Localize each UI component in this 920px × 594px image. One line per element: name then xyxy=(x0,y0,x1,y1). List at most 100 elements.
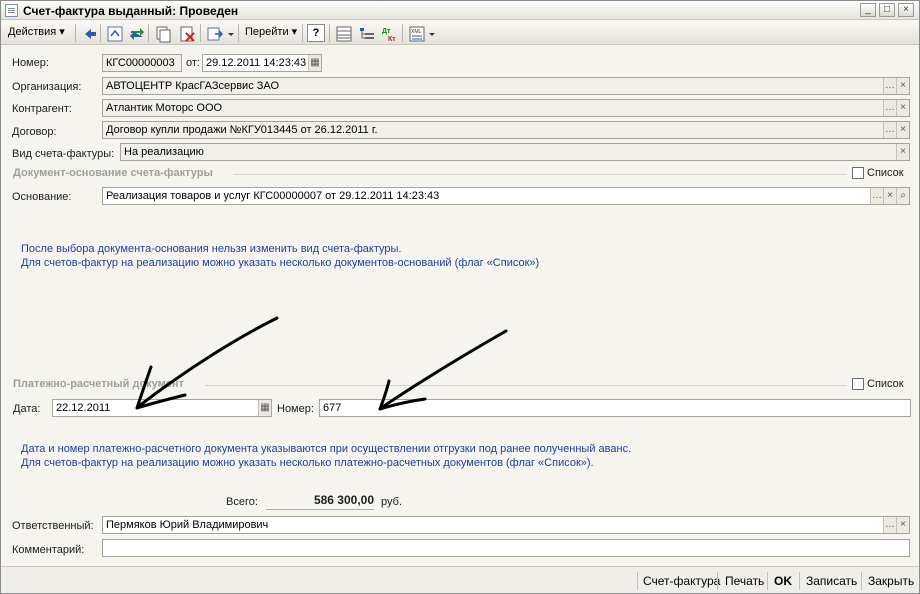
calendar-icon[interactable]: ▦ xyxy=(308,55,321,71)
number-field[interactable]: КГС00000003 xyxy=(102,54,182,72)
bottom-bar: Счет-фактура Печать OK Записать Закрыть xyxy=(1,566,919,593)
contract-field[interactable]: Договор купли продажи №КГУ013445 от 26.1… xyxy=(102,121,910,139)
responsible-label: Ответственный: xyxy=(12,520,94,532)
responsible-field[interactable]: Пермяков Юрий Владимирович … × xyxy=(102,516,910,534)
select-button[interactable]: … xyxy=(883,517,896,533)
save-button[interactable]: Записать xyxy=(806,572,857,590)
organization-field[interactable]: АВТОЦЕНТР КрасГАЗсервис ЗАО … × xyxy=(102,77,910,95)
toolbar-separator xyxy=(200,24,201,42)
responsible-value: Пермяков Юрий Владимирович xyxy=(106,519,269,531)
select-button[interactable]: … xyxy=(883,122,896,138)
payment-date-field[interactable]: 22.12.2011 ▦ xyxy=(52,399,272,417)
invoice-button[interactable]: Счет-фактура xyxy=(643,572,720,590)
structure-icon[interactable] xyxy=(334,24,352,42)
contract-value: Договор купли продажи №КГУ013445 от 26.1… xyxy=(106,124,378,136)
contractor-label: Контрагент: xyxy=(12,103,72,115)
invoice-type-label: Вид счета-фактуры: xyxy=(12,148,115,160)
chevron-down-icon: ▾ xyxy=(291,26,298,38)
goto-menu[interactable]: Перейти ▾ xyxy=(241,23,301,42)
contractor-field[interactable]: Атлантик Моторс ООО … × xyxy=(102,99,910,117)
copy-icon[interactable] xyxy=(153,24,171,43)
bottom-separator xyxy=(717,572,718,590)
back-icon[interactable] xyxy=(80,24,98,42)
basis-hint-line2: Для счетов-фактур на реализацию можно ук… xyxy=(21,257,540,269)
toolbar-separator xyxy=(100,24,101,42)
close-button[interactable]: Закрыть xyxy=(868,572,914,590)
toolbar-separator xyxy=(302,24,303,42)
bottom-separator xyxy=(767,572,768,590)
svg-text:XML: XML xyxy=(411,29,422,35)
move-icon[interactable] xyxy=(205,24,224,42)
clear-icon[interactable]: × xyxy=(883,188,896,204)
tree-icon[interactable] xyxy=(357,24,375,42)
toolbar-separator xyxy=(75,24,76,42)
goto-label: Перейти xyxy=(245,26,289,38)
calendar-icon[interactable]: ▦ xyxy=(258,400,271,416)
toolbar-separator xyxy=(329,24,330,42)
chevron-down-icon[interactable] xyxy=(426,24,436,42)
clear-icon[interactable]: × xyxy=(896,100,909,116)
toolbar-separator xyxy=(238,24,239,42)
minimize-button[interactable]: _ xyxy=(860,3,876,17)
contract-label: Договор: xyxy=(12,126,57,138)
refresh-icon[interactable] xyxy=(105,24,123,42)
select-button[interactable]: … xyxy=(870,188,883,204)
payment-number-field[interactable]: 677 xyxy=(319,399,911,417)
chevron-down-icon: ▾ xyxy=(59,26,65,38)
payment-hint-line1: Дата и номер платежно-расчетного докумен… xyxy=(21,443,632,455)
select-button[interactable]: … xyxy=(883,100,896,116)
help-icon[interactable]: ? xyxy=(307,24,325,42)
bottom-separator xyxy=(637,572,638,590)
payment-hint-line2: Для счетов-фактур на реализацию можно ук… xyxy=(21,457,594,469)
payment-date-label: Дата: xyxy=(13,403,41,415)
clear-icon[interactable]: × xyxy=(896,144,909,160)
basis-section-title: Документ-основание счета-фактуры xyxy=(13,167,213,179)
from-label: от: xyxy=(186,57,200,69)
clear-icon[interactable]: × xyxy=(896,122,909,138)
dt-kt-icon[interactable]: Дт Кт xyxy=(380,24,398,43)
comment-field[interactable] xyxy=(102,539,910,557)
select-button[interactable]: … xyxy=(883,78,896,94)
toolbar-separator xyxy=(402,24,403,42)
maximize-button[interactable]: □ xyxy=(879,3,895,17)
annotation-arrow-date xyxy=(135,316,279,410)
document-date-field[interactable]: 29.12.2011 14:23:43 ▦ xyxy=(202,54,322,72)
basis-value: Реализация товаров и услуг КГС00000007 о… xyxy=(106,190,440,202)
section-divider xyxy=(205,385,847,386)
bottom-separator xyxy=(861,572,862,590)
toolbar-separator xyxy=(148,24,149,42)
basis-list-checkbox[interactable] xyxy=(852,167,864,179)
document-icon xyxy=(5,4,18,17)
search-icon[interactable]: ⌕ xyxy=(896,188,909,204)
xml-icon[interactable]: XML xyxy=(407,24,425,42)
actions-menu[interactable]: Действия ▾ xyxy=(4,23,69,42)
svg-text:Кт: Кт xyxy=(388,36,396,43)
window-title: Счет-фактура выданный: Проведен xyxy=(23,4,239,18)
total-label: Всего: xyxy=(226,496,258,508)
currency-label: руб. xyxy=(381,496,402,508)
organization-label: Организация: xyxy=(12,81,82,93)
toolbar: Действия ▾ Перейти ▾ ? Дт Кт XML xyxy=(1,21,919,45)
basis-hint-line1: После выбора документа-основания нельзя … xyxy=(21,243,402,255)
payment-date-value: 22.12.2011 xyxy=(56,402,111,414)
clear-icon[interactable]: × xyxy=(896,517,909,533)
payment-list-label: Список xyxy=(867,378,904,390)
invoice-type-field[interactable]: На реализацию × xyxy=(120,143,910,161)
delete-icon[interactable] xyxy=(177,24,195,42)
svg-text:Дт: Дт xyxy=(382,28,391,35)
swap-icon[interactable] xyxy=(127,24,145,42)
invoice-window: Счет-фактура выданный: Проведен _ □ × Де… xyxy=(0,0,920,594)
title-bar: Счет-фактура выданный: Проведен _ □ × xyxy=(1,1,919,20)
comment-label: Комментарий: xyxy=(12,544,85,556)
actions-label: Действия xyxy=(8,26,57,38)
ok-button[interactable]: OK xyxy=(774,572,792,590)
basis-field[interactable]: Реализация товаров и услуг КГС00000007 о… xyxy=(102,187,910,205)
total-value: 586 300,00 xyxy=(266,493,374,510)
print-button[interactable]: Печать xyxy=(725,572,764,590)
close-window-button[interactable]: × xyxy=(898,3,914,17)
chevron-down-icon[interactable] xyxy=(225,24,235,42)
payment-section-title: Платежно-расчетный документ xyxy=(13,378,184,390)
clear-icon[interactable]: × xyxy=(896,78,909,94)
payment-number-label: Номер: xyxy=(277,403,314,415)
payment-list-checkbox[interactable] xyxy=(852,378,864,390)
